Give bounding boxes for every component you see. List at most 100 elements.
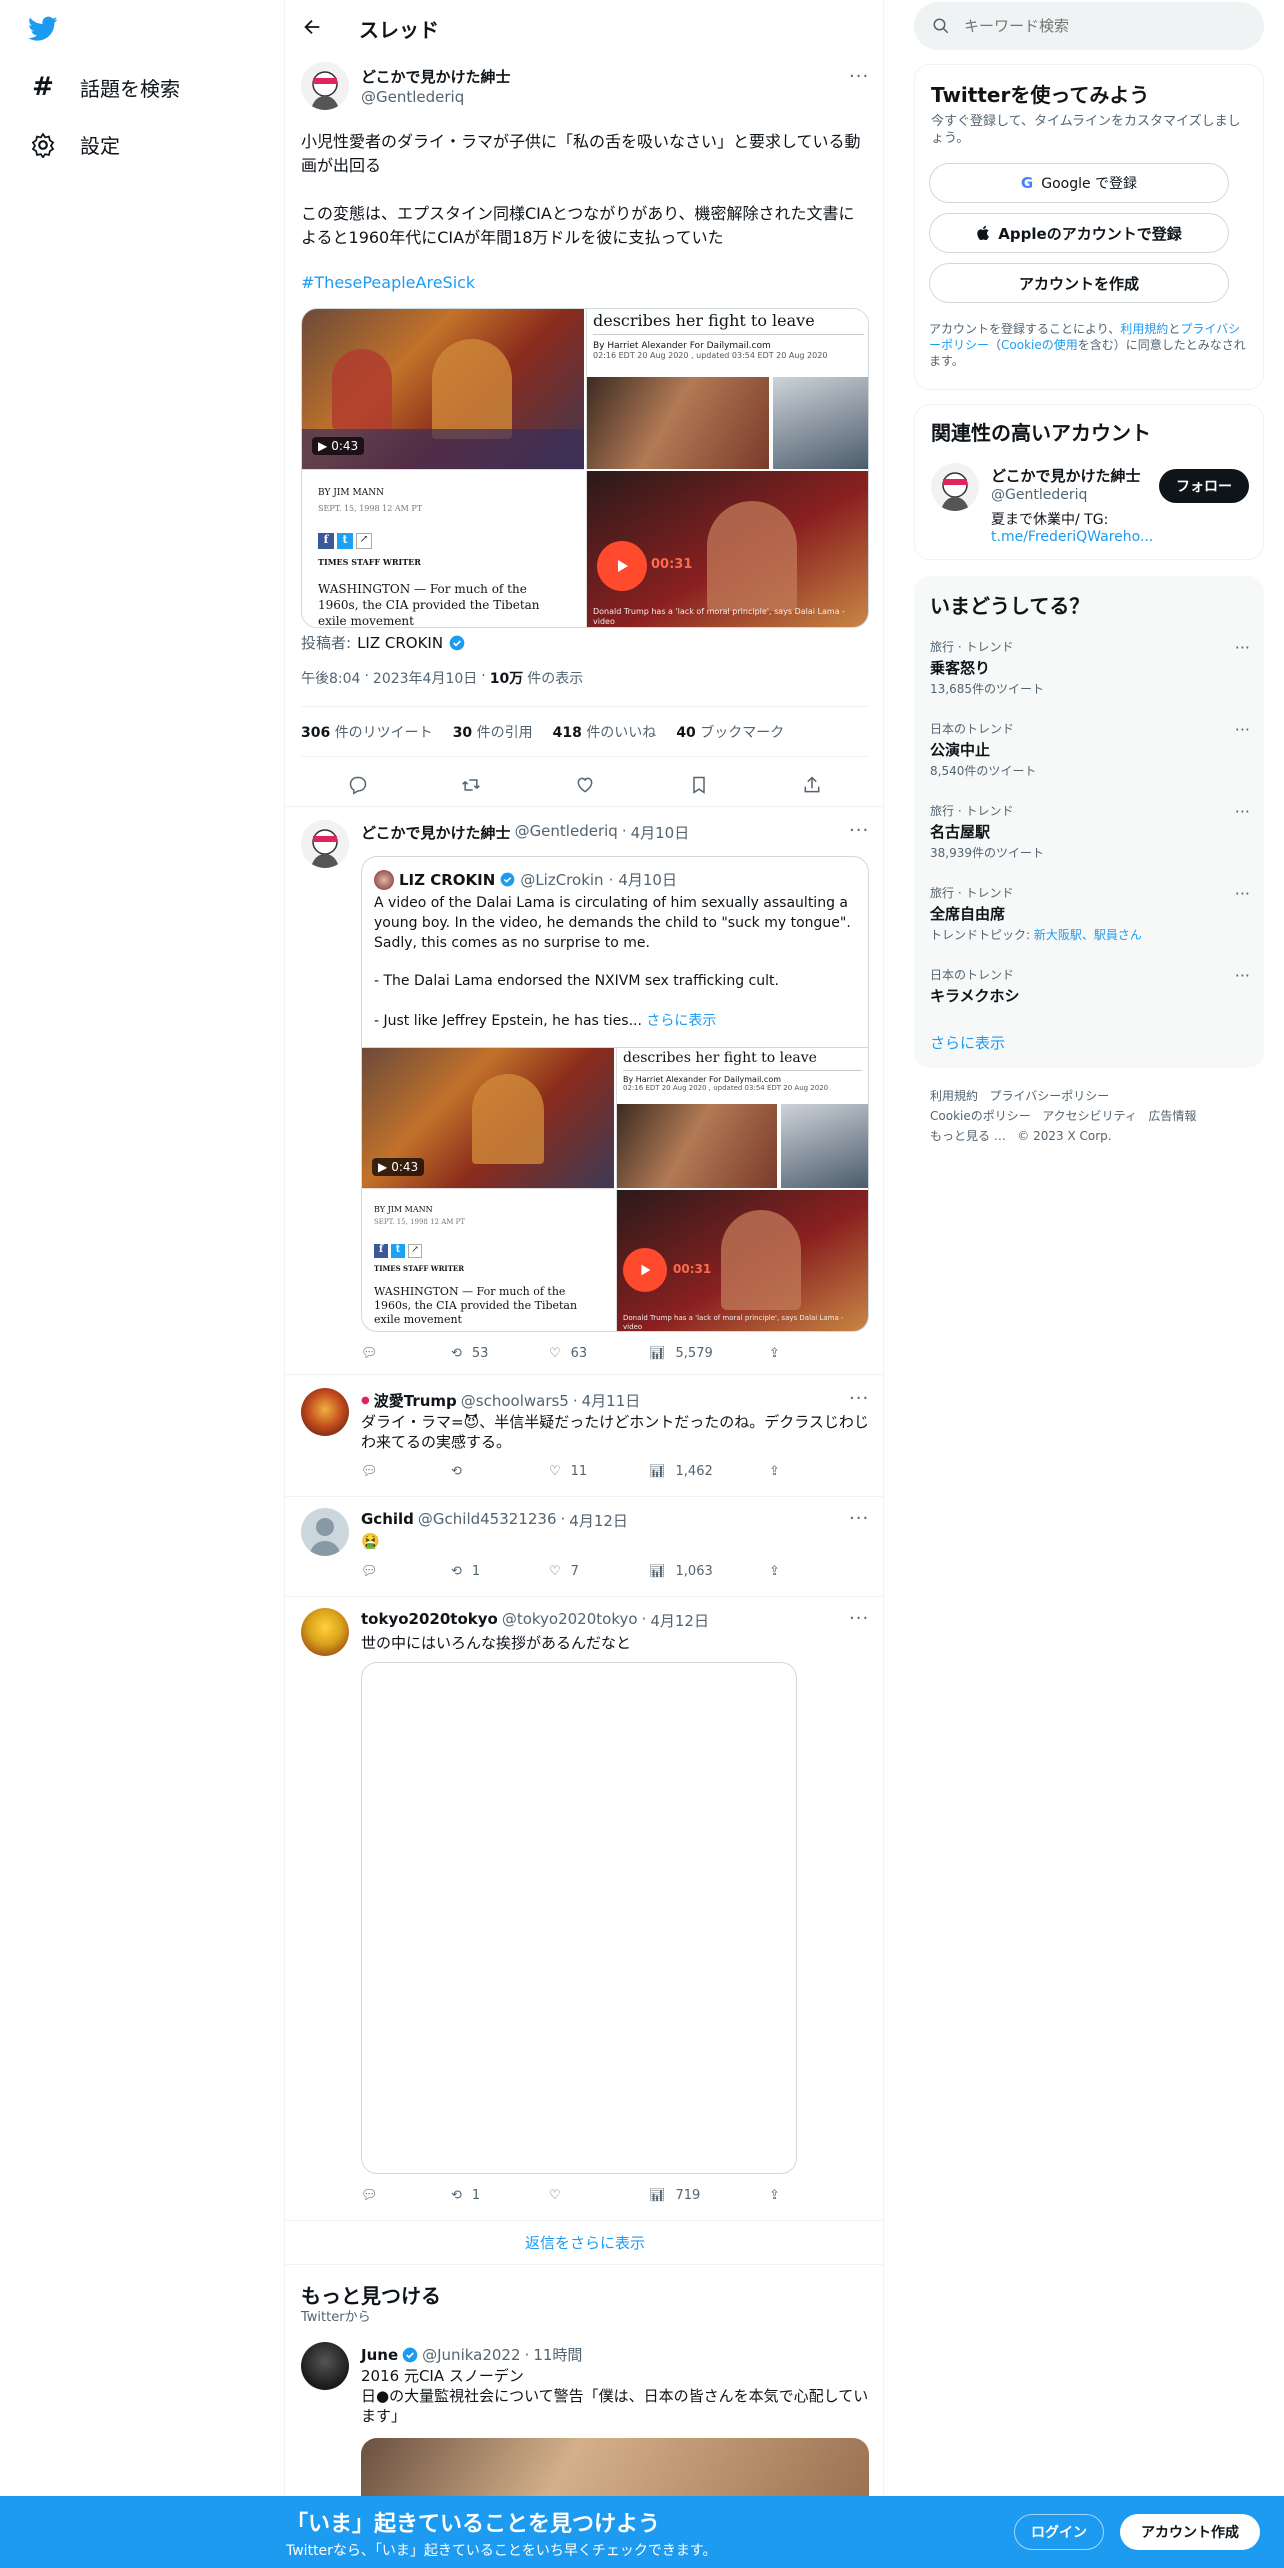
- author-name[interactable]: どこかで見かけた紳士: [361, 66, 511, 87]
- author-handle[interactable]: @Gentlederiq: [361, 88, 464, 106]
- play-button-icon[interactable]: [597, 541, 647, 591]
- login-button[interactable]: ログイン: [1014, 2514, 1104, 2550]
- video-thumbnail[interactable]: ▶ 0:43: [362, 1048, 614, 1188]
- more-options-icon[interactable]: ···: [1235, 802, 1250, 821]
- reply-date[interactable]: 4月10日: [631, 822, 690, 843]
- relevant-link[interactable]: t.me/FrederiQWareho...: [991, 529, 1153, 545]
- search-box[interactable]: [914, 2, 1264, 50]
- relevant-name[interactable]: どこかで見かけた紳士: [991, 465, 1141, 486]
- reply-author-handle[interactable]: @tokyo2020tokyo: [502, 1610, 638, 1631]
- more-options-icon[interactable]: ···: [849, 820, 869, 841]
- footer-terms[interactable]: 利用規約: [930, 1089, 978, 1103]
- nav-explore[interactable]: # 話題を検索: [30, 72, 180, 102]
- retweet-button[interactable]: ⟲: [451, 1464, 472, 1479]
- reply-button[interactable]: 💬︎: [361, 1564, 378, 1579]
- clip-thumbnail[interactable]: 00:31 Donald Trump has a 'lack of moral …: [586, 471, 868, 627]
- quotes-stat[interactable]: 30 件の引用: [453, 722, 533, 742]
- reply-date[interactable]: 4月11日: [582, 1390, 641, 1411]
- reply-button[interactable]: 💬︎: [361, 2188, 378, 2203]
- avatar[interactable]: [301, 2342, 349, 2390]
- quoted-tweet[interactable]: LIZ CROKIN @LizCrokin · 4月10日 A video of…: [361, 856, 869, 1332]
- more-options-icon[interactable]: ···: [849, 66, 869, 87]
- like-button[interactable]: ♡ 63: [549, 1346, 587, 1361]
- reply-author-name[interactable]: 波愛Trump: [374, 1390, 457, 1411]
- share-button[interactable]: ⇪: [769, 1346, 780, 1361]
- discover-author-handle[interactable]: @Junika2022: [422, 2346, 520, 2364]
- cookie-link[interactable]: Cookieの使用: [1001, 338, 1078, 352]
- like-button[interactable]: ♡ 7: [549, 1564, 579, 1579]
- footer-more[interactable]: もっと見る …: [930, 1129, 1006, 1143]
- avatar[interactable]: [301, 820, 349, 868]
- retweets-stat[interactable]: 306 件のリツイート: [301, 722, 433, 742]
- trend-item[interactable]: 旅行 · トレンド 全席自由席 トレンドトピック: 新大阪駅、駅員さん ···: [930, 884, 1250, 943]
- more-options-icon[interactable]: ···: [1235, 720, 1250, 739]
- footer-ads[interactable]: 広告情報: [1148, 1109, 1196, 1123]
- hashtag-link[interactable]: #ThesePeapleAreSick: [301, 273, 475, 292]
- likes-stat[interactable]: 418 件のいいね: [553, 722, 657, 742]
- reply-button[interactable]: 💬︎: [361, 1464, 378, 1479]
- footer-privacy[interactable]: プライバシーポリシー: [989, 1089, 1109, 1103]
- avatar[interactable]: [301, 62, 349, 110]
- like-button[interactable]: ♡: [549, 2188, 571, 2203]
- more-options-icon[interactable]: ···: [1235, 638, 1250, 657]
- nav-settings[interactable]: 設定: [30, 130, 120, 159]
- reply-author-name[interactable]: どこかで見かけた紳士: [361, 822, 511, 843]
- twitter-logo-icon[interactable]: [28, 16, 58, 42]
- reply-author-name[interactable]: Gchild: [361, 1510, 414, 1531]
- more-options-icon[interactable]: ···: [849, 1388, 869, 1409]
- reply-author-handle[interactable]: @Gentlederiq: [515, 822, 618, 843]
- share-icon[interactable]: [802, 775, 822, 795]
- trends-show-more[interactable]: さらに表示: [930, 1032, 1005, 1053]
- quoted-media[interactable]: ▶ 0:43 BY JIM MANN SEPT. 15, 1998 12 AM P…: [362, 1047, 868, 1331]
- tweet-media[interactable]: ▶ 0:43 BY JIM MANN SEPT. 15, 1998 12 AM P…: [301, 308, 869, 628]
- avatar[interactable]: [301, 1608, 349, 1656]
- discover-time[interactable]: 11時間: [533, 2344, 582, 2365]
- footer-accessibility[interactable]: アクセシビリティ: [1042, 1109, 1137, 1123]
- trend-item[interactable]: 旅行 · トレンド 名古屋駅 38,939件のツイート ···: [930, 802, 1250, 861]
- search-input[interactable]: [964, 17, 1224, 35]
- views-button[interactable]: 📊︎ 719: [649, 2188, 700, 2203]
- reply-button[interactable]: 💬︎: [361, 1346, 378, 1361]
- avatar[interactable]: [301, 1508, 349, 1556]
- back-arrow-icon[interactable]: [301, 16, 323, 38]
- reply-author-handle[interactable]: @Gchild45321236: [418, 1510, 557, 1531]
- more-options-icon[interactable]: ···: [1235, 966, 1250, 985]
- clip-thumbnail[interactable]: 00:31 Donald Trump has a 'lack of moral …: [616, 1190, 868, 1331]
- poster-name[interactable]: LIZ CROKIN: [357, 634, 443, 652]
- retweet-button[interactable]: ⟲ 1: [451, 2188, 480, 2203]
- bookmark-icon[interactable]: [689, 775, 709, 795]
- more-options-icon[interactable]: ···: [849, 1608, 869, 1629]
- reply-author-name[interactable]: tokyo2020tokyo: [361, 1610, 498, 1631]
- retweet-button[interactable]: ⟲ 1: [451, 1564, 480, 1579]
- terms-link[interactable]: 利用規約: [1120, 322, 1168, 336]
- reply-date[interactable]: 4月12日: [569, 1510, 628, 1531]
- video-thumbnail[interactable]: ▶ 0:43: [302, 309, 584, 469]
- show-more-link[interactable]: さらに表示: [646, 1013, 716, 1029]
- share-button[interactable]: ⇪: [769, 1564, 780, 1579]
- share-button[interactable]: ⇪: [769, 1464, 780, 1479]
- trend-topics[interactable]: 新大阪駅、駅員さん: [1034, 928, 1142, 942]
- more-options-icon[interactable]: ···: [849, 1508, 869, 1529]
- views-button[interactable]: 📊︎ 1,063: [649, 1564, 713, 1579]
- banner-signup-button[interactable]: アカウント作成: [1120, 2514, 1260, 2550]
- tweet-date[interactable]: 2023年4月10日: [373, 668, 477, 688]
- create-account-button[interactable]: アカウントを作成: [929, 263, 1229, 303]
- views-button[interactable]: 📊︎ 1,462: [649, 1464, 713, 1479]
- views-button[interactable]: 📊︎ 5,579: [649, 1346, 713, 1361]
- google-signup-button[interactable]: G Google で登録: [929, 163, 1229, 203]
- relevant-handle[interactable]: @Gentlederiq: [991, 487, 1087, 503]
- follow-button[interactable]: フォロー: [1159, 469, 1249, 503]
- tweet-time[interactable]: 午後8:04: [301, 668, 360, 688]
- bookmarks-stat[interactable]: 40 ブックマーク: [676, 722, 784, 742]
- discover-author-name[interactable]: June: [361, 2346, 398, 2364]
- reply-date[interactable]: 4月12日: [650, 1610, 709, 1631]
- reply-icon[interactable]: [348, 775, 368, 795]
- apple-signup-button[interactable]: Appleのアカウントで登録: [929, 213, 1229, 253]
- avatar[interactable]: [931, 463, 979, 511]
- reply-author-handle[interactable]: @schoolwars5: [461, 1392, 569, 1410]
- like-icon[interactable]: [575, 775, 595, 795]
- play-button-icon[interactable]: [623, 1248, 667, 1292]
- show-more-replies-link[interactable]: 返信をさらに表示: [285, 2232, 883, 2253]
- trend-item[interactable]: 日本のトレンド 公演中止 8,540件のツイート ···: [930, 720, 1250, 779]
- trend-item[interactable]: 日本のトレンド キラメクホシ ···: [930, 966, 1250, 1006]
